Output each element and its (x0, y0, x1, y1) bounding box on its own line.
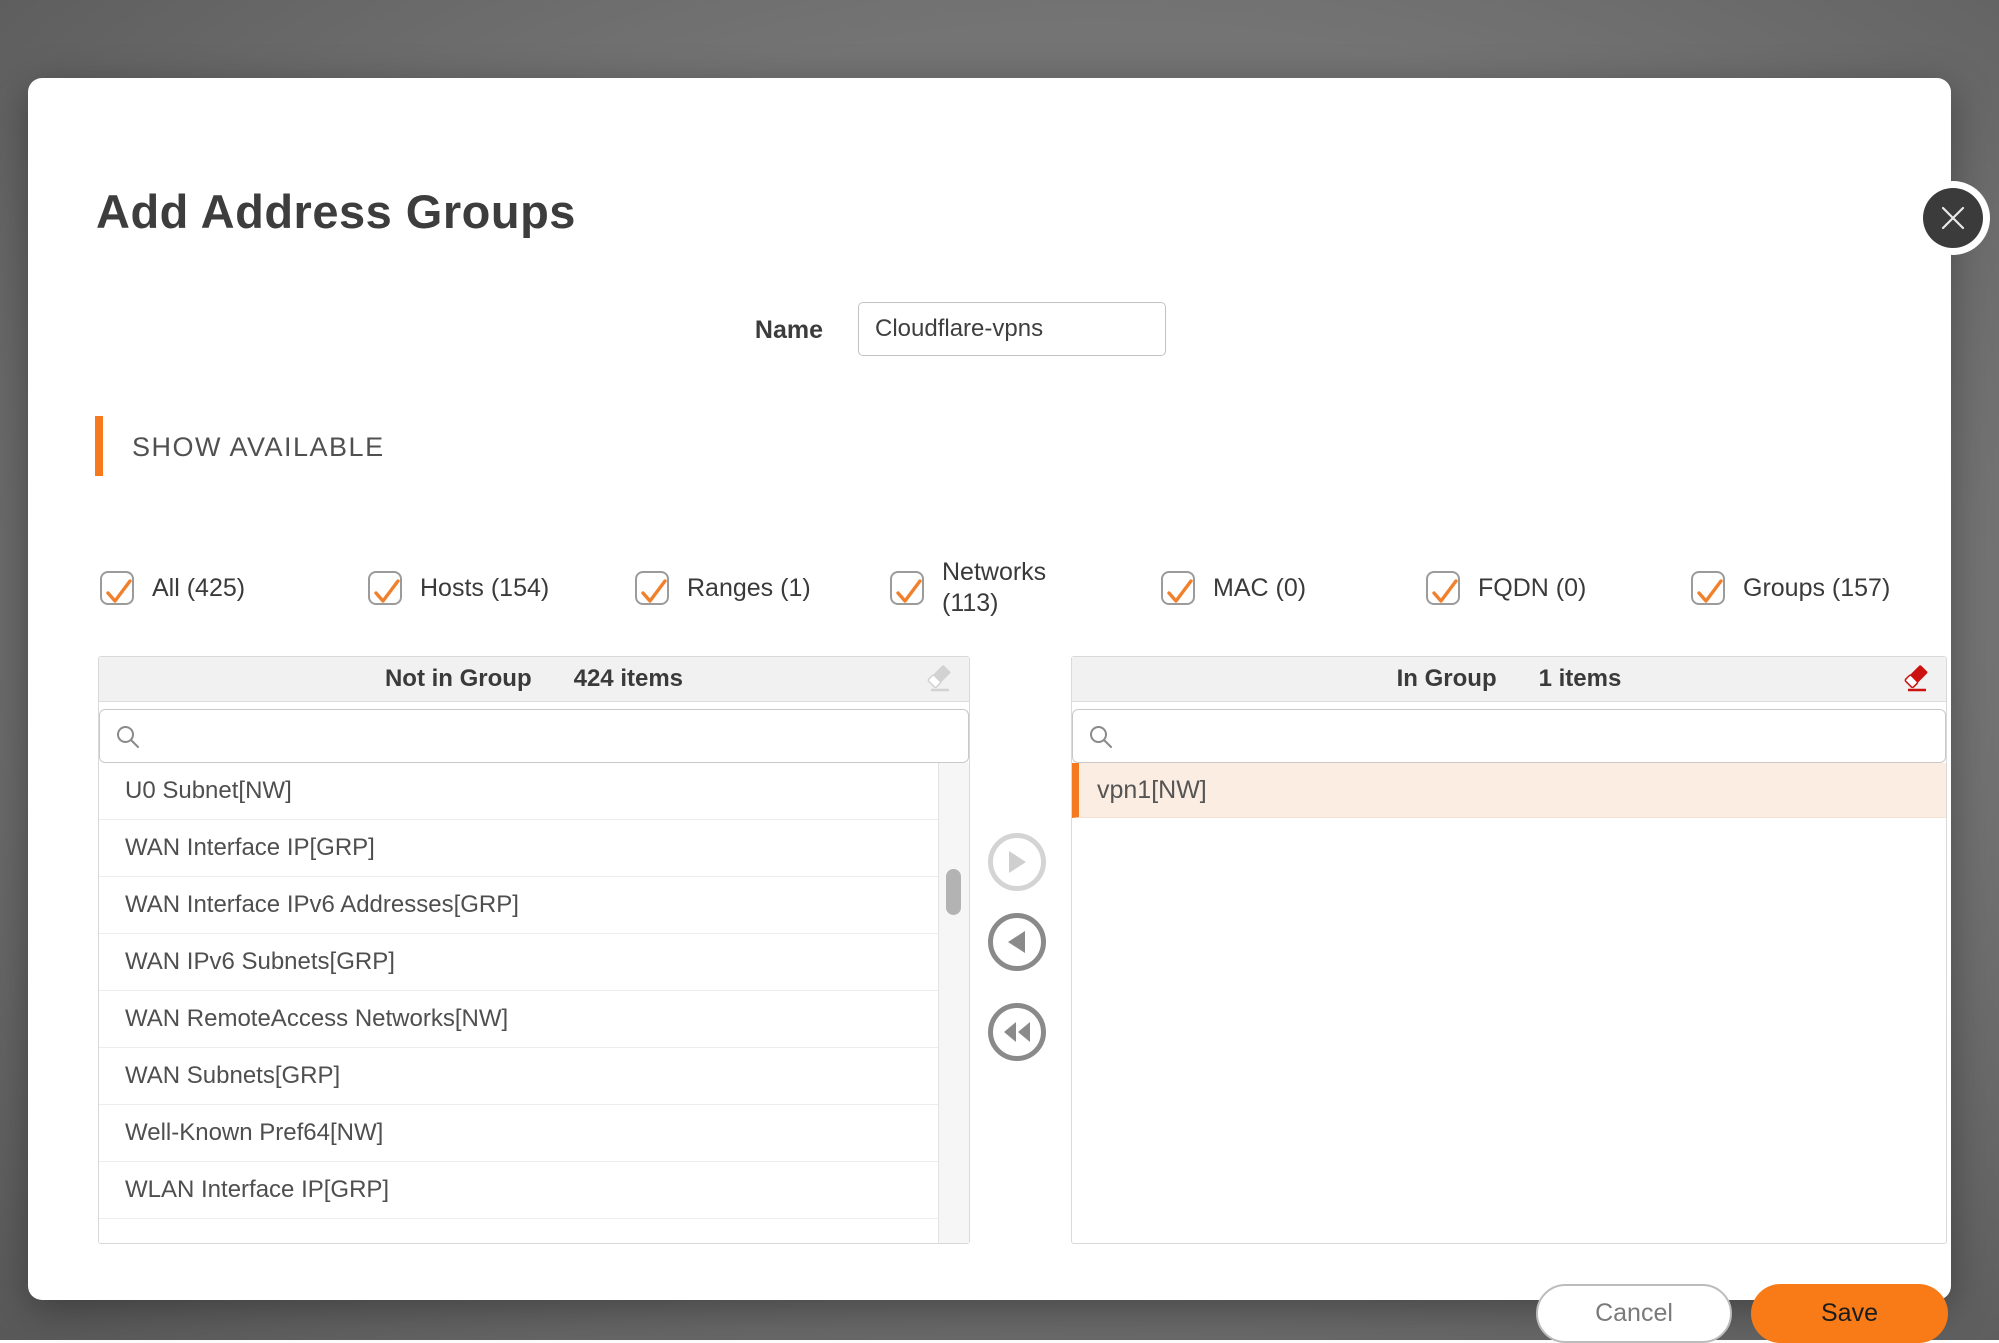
close-icon (1940, 205, 1966, 231)
page-title: Add Address Groups (96, 184, 576, 239)
not-in-group-list: U0 Subnet[NW] WAN Interface IP[GRP] WAN … (99, 763, 939, 1243)
left-scrollbar-track[interactable] (938, 763, 969, 1243)
list-item[interactable]: WAN Interface IP[GRP] (99, 820, 939, 877)
modal-backdrop: Add Address Groups Name SHOW AVAILABLE A… (0, 0, 1999, 1340)
filter-item-mac: MAC (0) (1161, 564, 1306, 612)
add-address-groups-dialog: Add Address Groups Name SHOW AVAILABLE A… (28, 78, 1951, 1300)
section-accent-bar (95, 416, 103, 476)
save-button-label: Save (1821, 1299, 1878, 1328)
filter-label: Groups (157) (1743, 574, 1890, 603)
filter-label: FQDN (0) (1478, 574, 1586, 603)
filter-label: All (425) (152, 574, 245, 603)
panel-count: 1 items (1539, 665, 1622, 693)
left-list-area: U0 Subnet[NW] WAN Interface IP[GRP] WAN … (99, 763, 969, 1243)
check-icon (100, 573, 138, 611)
list-item[interactable]: Well-Known Pref64[NW] (99, 1105, 939, 1162)
clear-left-selection-button[interactable] (923, 663, 955, 695)
cancel-button-label: Cancel (1595, 1299, 1673, 1328)
name-label: Name (668, 316, 823, 345)
filter-label: MAC (0) (1213, 574, 1306, 603)
right-search-input[interactable] (1072, 709, 1946, 763)
list-item[interactable]: WAN Subnets[GRP] (99, 1048, 939, 1105)
save-button[interactable]: Save (1751, 1284, 1948, 1343)
eraser-icon (1900, 663, 1932, 695)
move-all-left-button[interactable] (988, 1003, 1046, 1061)
checkbox-ranges[interactable] (635, 571, 669, 605)
checkbox-groups[interactable] (1691, 571, 1725, 605)
not-in-group-panel: Not in Group 424 items (98, 656, 970, 1244)
list-item[interactable]: U0 Subnet[NW] (99, 763, 939, 820)
list-item[interactable]: WAN RemoteAccess Networks[NW] (99, 991, 939, 1048)
arrow-left-icon (1007, 930, 1027, 954)
check-icon (890, 573, 928, 611)
in-group-list: vpn1[NW] (1072, 763, 1946, 1243)
move-left-button[interactable] (988, 913, 1046, 971)
in-group-panel: In Group 1 items (1071, 656, 1947, 1244)
right-search-box (1072, 709, 1946, 763)
eraser-icon (923, 663, 955, 695)
filter-label: Hosts (154) (420, 574, 549, 603)
checkbox-networks[interactable] (890, 571, 924, 605)
section-title: SHOW AVAILABLE (132, 432, 385, 463)
left-scrollbar-thumb[interactable] (946, 869, 961, 915)
check-icon (368, 573, 406, 611)
filter-label: Ranges (1) (687, 574, 811, 603)
panel-count: 424 items (574, 665, 683, 693)
filter-label: Networks (113) (942, 557, 1064, 620)
panel-title: In Group (1397, 665, 1497, 693)
left-search-box (99, 709, 969, 763)
close-button[interactable] (1916, 181, 1990, 255)
check-icon (635, 573, 673, 611)
in-group-header: In Group 1 items (1072, 657, 1946, 702)
check-icon (1426, 573, 1464, 611)
filter-item-hosts: Hosts (154) (368, 564, 549, 612)
double-arrow-left-icon (1003, 1021, 1031, 1043)
list-item[interactable]: WAN IPv6 Subnets[GRP] (99, 934, 939, 991)
clear-right-selection-button[interactable] (1900, 663, 1932, 695)
filter-item-networks: Networks (113) (890, 544, 1064, 632)
list-item[interactable]: WAN Interface IPv6 Addresses[GRP] (99, 877, 939, 934)
right-list-area: vpn1[NW] (1072, 763, 1946, 1243)
list-item-selected[interactable]: vpn1[NW] (1072, 763, 1946, 818)
cancel-button[interactable]: Cancel (1536, 1284, 1732, 1343)
name-input[interactable] (858, 302, 1166, 356)
not-in-group-header: Not in Group 424 items (99, 657, 969, 702)
panel-title: Not in Group (385, 665, 532, 693)
arrow-right-icon (1007, 850, 1027, 874)
left-search-input[interactable] (99, 709, 969, 763)
filter-item-fqdn: FQDN (0) (1426, 564, 1586, 612)
checkbox-fqdn[interactable] (1426, 571, 1460, 605)
filter-item-ranges: Ranges (1) (635, 564, 811, 612)
move-right-button[interactable] (988, 833, 1046, 891)
checkbox-all[interactable] (100, 571, 134, 605)
checkbox-hosts[interactable] (368, 571, 402, 605)
filter-item-groups: Groups (157) (1691, 564, 1890, 612)
check-icon (1691, 573, 1729, 611)
check-icon (1161, 573, 1199, 611)
checkbox-mac[interactable] (1161, 571, 1195, 605)
list-item[interactable]: WLAN Interface IP[GRP] (99, 1162, 939, 1219)
filter-item-all: All (425) (100, 564, 245, 612)
